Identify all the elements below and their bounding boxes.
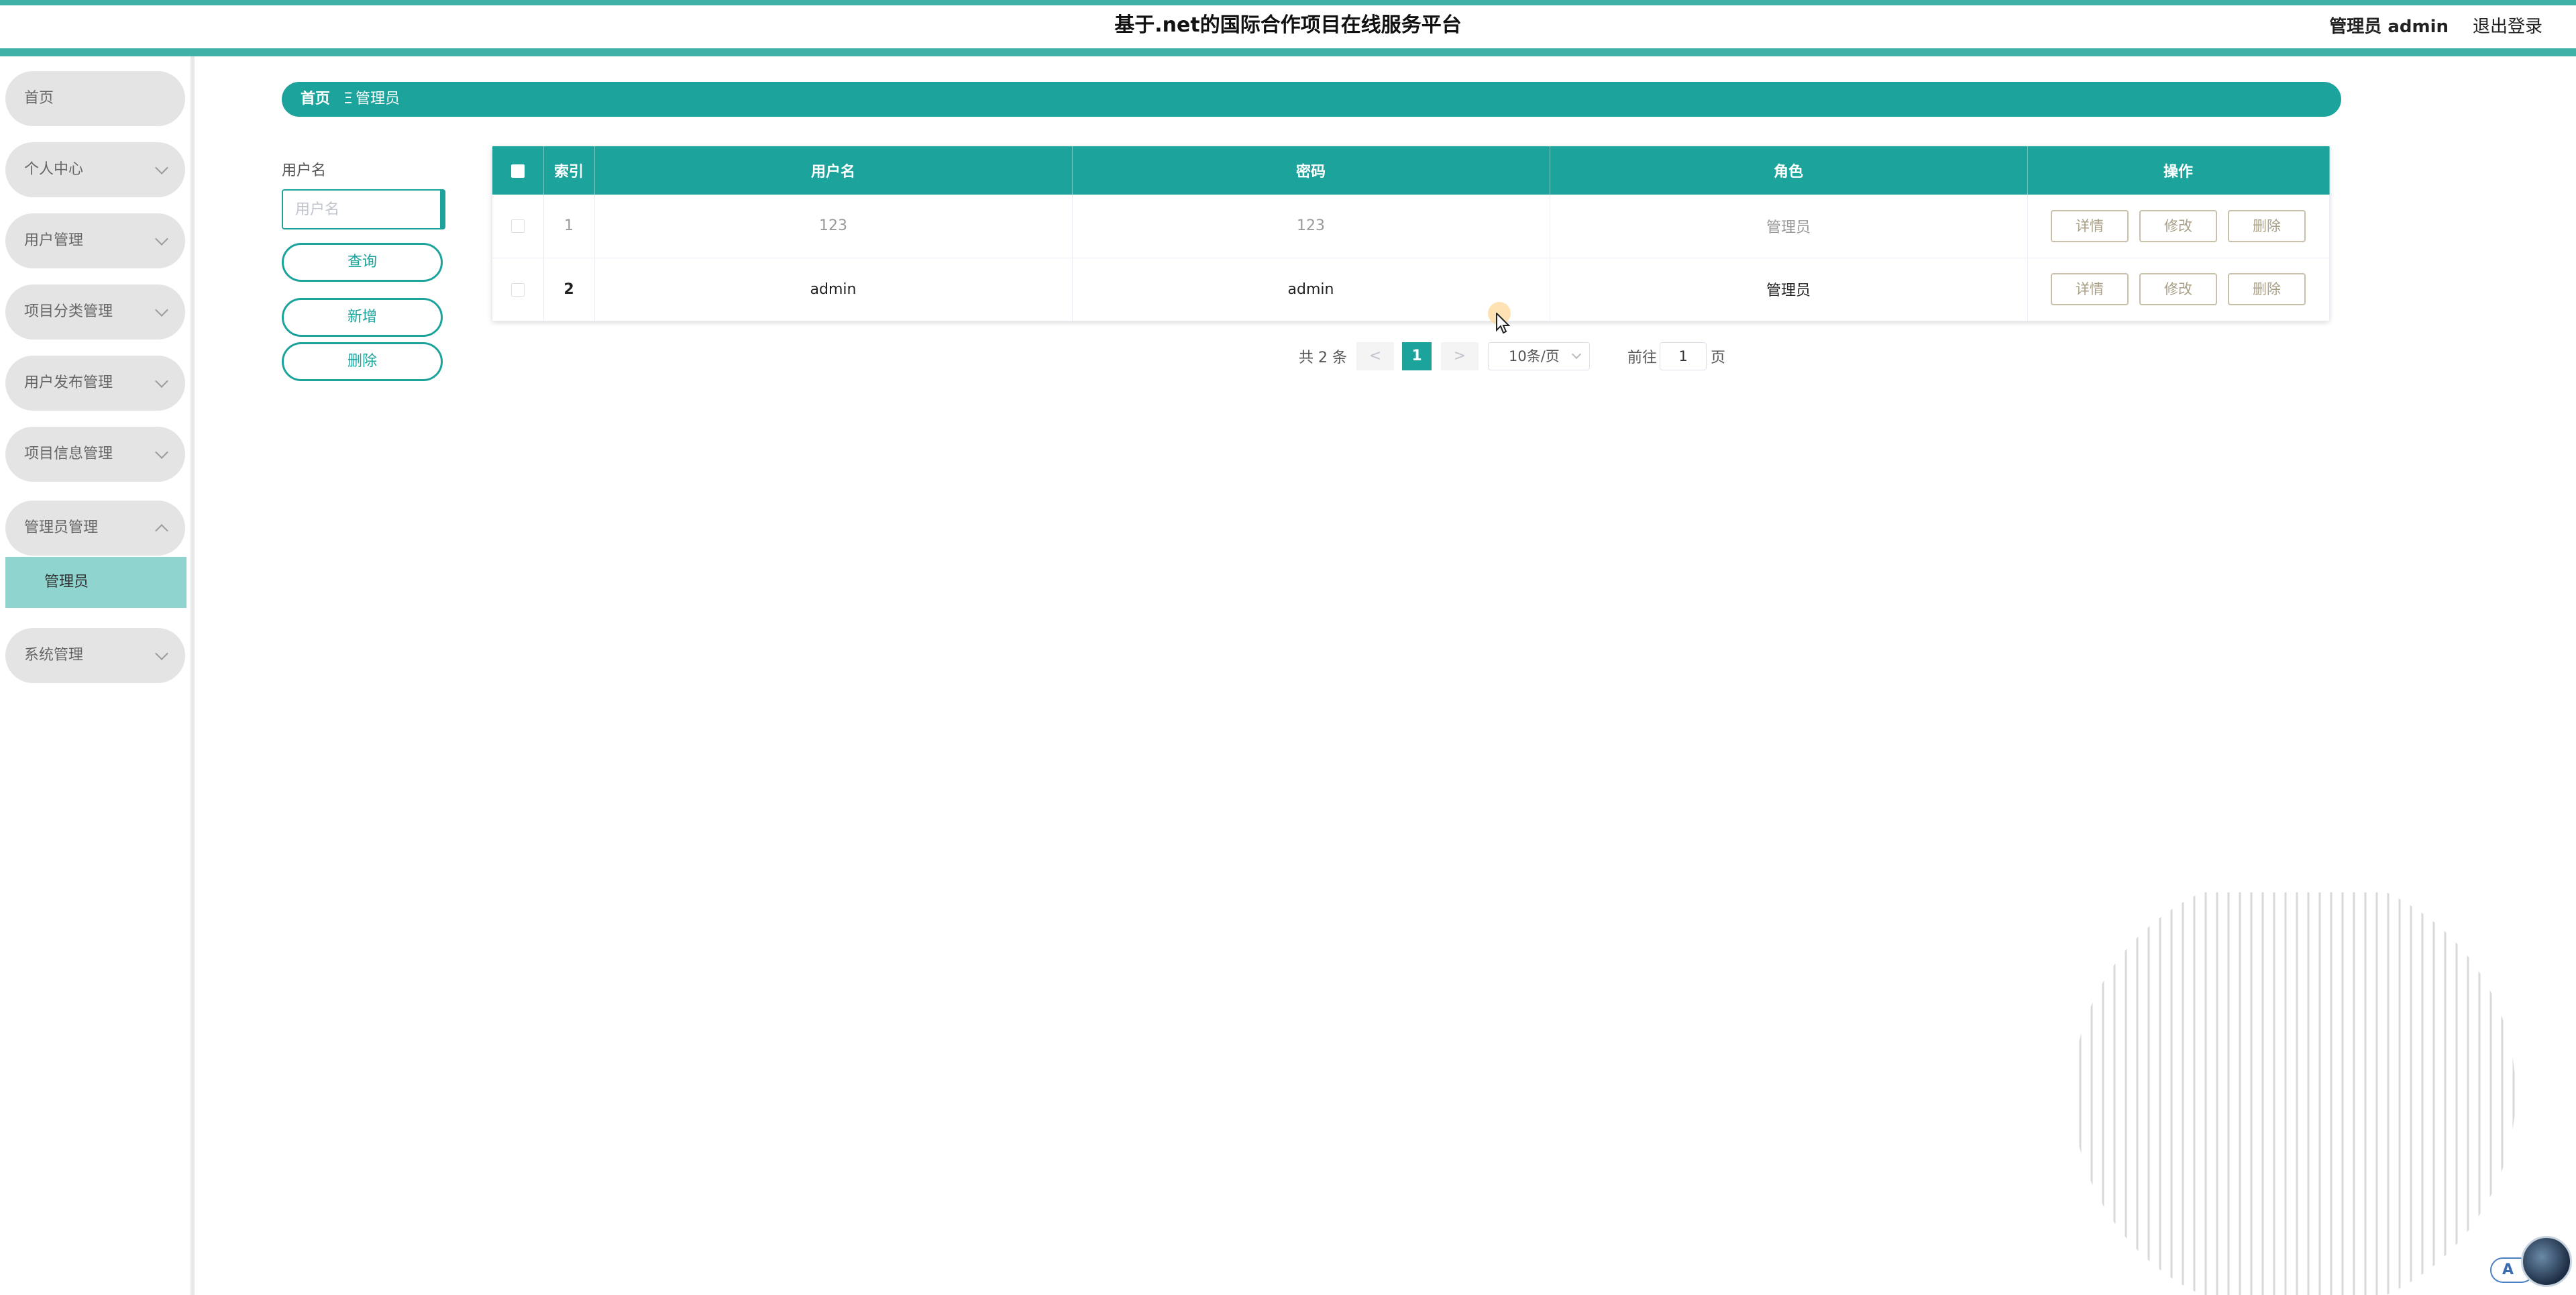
table-header-row: 索引 用户名 密码 角色 操作 (492, 146, 2330, 195)
assistant-avatar[interactable] (2521, 1236, 2572, 1287)
cell-role: 管理员 (1550, 258, 2028, 321)
table-row: 1 123 123 管理员 详情 修改 删除 (492, 195, 2330, 258)
sidebar-item-project-category[interactable]: 项目分类管理 (5, 284, 185, 340)
sidebar-item-label: 管理员管理 (24, 519, 99, 536)
pagination-jump-input[interactable] (1660, 342, 1707, 370)
row-checkbox[interactable] (511, 219, 525, 234)
sidebar-item-label: 用户发布管理 (24, 374, 113, 391)
cell-username: 123 (594, 195, 1073, 258)
sidebar-item-label: 用户管理 (24, 232, 84, 249)
sidebar-item-project-info[interactable]: 项目信息管理 (5, 427, 185, 482)
select-all-cell (492, 146, 544, 195)
decorative-striped-circle (2079, 892, 2515, 1295)
chevron-down-icon (155, 161, 168, 174)
table-row: 2 admin admin 管理员 详情 修改 删除 (492, 258, 2330, 321)
sidebar: 首页 个人中心 用户管理 项目分类管理 用户发布管理 项目信息管理 管理员管理 … (0, 56, 195, 1295)
cell-index: 1 (543, 195, 595, 258)
pagination-total: 共 2 条 (1299, 350, 1347, 366)
column-header-index: 索引 (543, 146, 595, 195)
username-search-input[interactable] (282, 189, 445, 229)
chevron-down-icon (155, 647, 168, 660)
breadcrumb: 首页 Ξ 管理员 (282, 82, 2341, 117)
chevron-down-icon (155, 374, 168, 388)
pagination-next-button[interactable]: > (1441, 342, 1479, 370)
chevron-down-icon (155, 303, 168, 317)
sidebar-item-home[interactable]: 首页 (5, 71, 185, 126)
column-header-username: 用户名 (594, 146, 1073, 195)
row-checkbox[interactable] (511, 282, 525, 297)
cell-role: 管理员 (1550, 195, 2028, 258)
column-header-role: 角色 (1550, 146, 2028, 195)
page-size-value: 10条/页 (1509, 348, 1560, 364)
breadcrumb-home[interactable]: 首页 (301, 82, 330, 117)
row-select-cell (492, 258, 544, 321)
cell-actions: 详情 修改 删除 (2027, 195, 2330, 258)
sidebar-item-label: 项目信息管理 (24, 446, 113, 462)
cell-index: 2 (543, 258, 595, 321)
delete-button[interactable]: 删除 (2228, 273, 2306, 305)
sidebar-item-personal-center[interactable]: 个人中心 (5, 142, 185, 197)
query-button[interactable]: 查询 (282, 243, 443, 282)
breadcrumb-separator: Ξ (343, 91, 353, 107)
chevron-up-icon (155, 524, 168, 537)
sidebar-item-system-management[interactable]: 系统管理 (5, 628, 185, 683)
breadcrumb-current: 管理员 (356, 91, 400, 107)
add-button[interactable]: 新增 (282, 298, 443, 337)
batch-delete-button[interactable]: 删除 (282, 342, 443, 381)
delete-button[interactable]: 删除 (2228, 209, 2306, 242)
header-underline (0, 48, 2576, 56)
select-all-checkbox[interactable] (511, 164, 525, 178)
pagination-goto-label: 前往 (1627, 350, 1658, 366)
edit-button[interactable]: 修改 (2139, 209, 2217, 242)
detail-button[interactable]: 详情 (2051, 209, 2129, 242)
pagination-unit-label: 页 (1711, 350, 1726, 366)
row-select-cell (492, 195, 544, 258)
mouse-cursor-icon (1496, 313, 1511, 334)
sidebar-item-label: 首页 (24, 90, 54, 107)
cell-actions: 详情 修改 删除 (2027, 258, 2330, 321)
pagination-prev-button[interactable]: < (1356, 342, 1394, 370)
edit-button[interactable]: 修改 (2139, 273, 2217, 305)
top-accent-line (0, 0, 2576, 5)
app-title: 基于.net的国际合作项目在线服务平台 (1114, 13, 1462, 37)
column-header-actions: 操作 (2027, 146, 2330, 195)
chevron-down-icon (1571, 349, 1582, 360)
page-size-select[interactable]: 10条/页 (1488, 342, 1590, 370)
cell-username: admin (594, 258, 1073, 321)
pagination-page-1[interactable]: 1 (1402, 342, 1432, 370)
sidebar-subitem-label: 管理员 (44, 574, 89, 590)
user-info: 管理员 admin (2329, 17, 2449, 37)
sidebar-item-label: 个人中心 (24, 161, 84, 178)
sidebar-item-admin-management[interactable]: 管理员管理 (5, 501, 185, 556)
admin-table: 索引 用户名 密码 角色 操作 1 123 123 管理员 详情修改删除 2 (492, 146, 2330, 321)
cell-password: 123 (1072, 195, 1550, 258)
sidebar-item-label: 系统管理 (24, 647, 84, 664)
sidebar-item-user-publish[interactable]: 用户发布管理 (5, 356, 185, 411)
username-field-label: 用户名 (282, 162, 327, 179)
column-header-password: 密码 (1072, 146, 1550, 195)
detail-button[interactable]: 详情 (2051, 273, 2129, 305)
logout-link[interactable]: 退出登录 (2473, 13, 2542, 40)
chevron-down-icon (155, 232, 168, 246)
cell-password: admin (1072, 258, 1550, 321)
sidebar-item-label: 项目分类管理 (24, 303, 113, 320)
sidebar-subitem-admin[interactable]: 管理员 (5, 557, 186, 608)
chevron-down-icon (155, 446, 168, 459)
sidebar-item-user-management[interactable]: 用户管理 (5, 213, 185, 268)
